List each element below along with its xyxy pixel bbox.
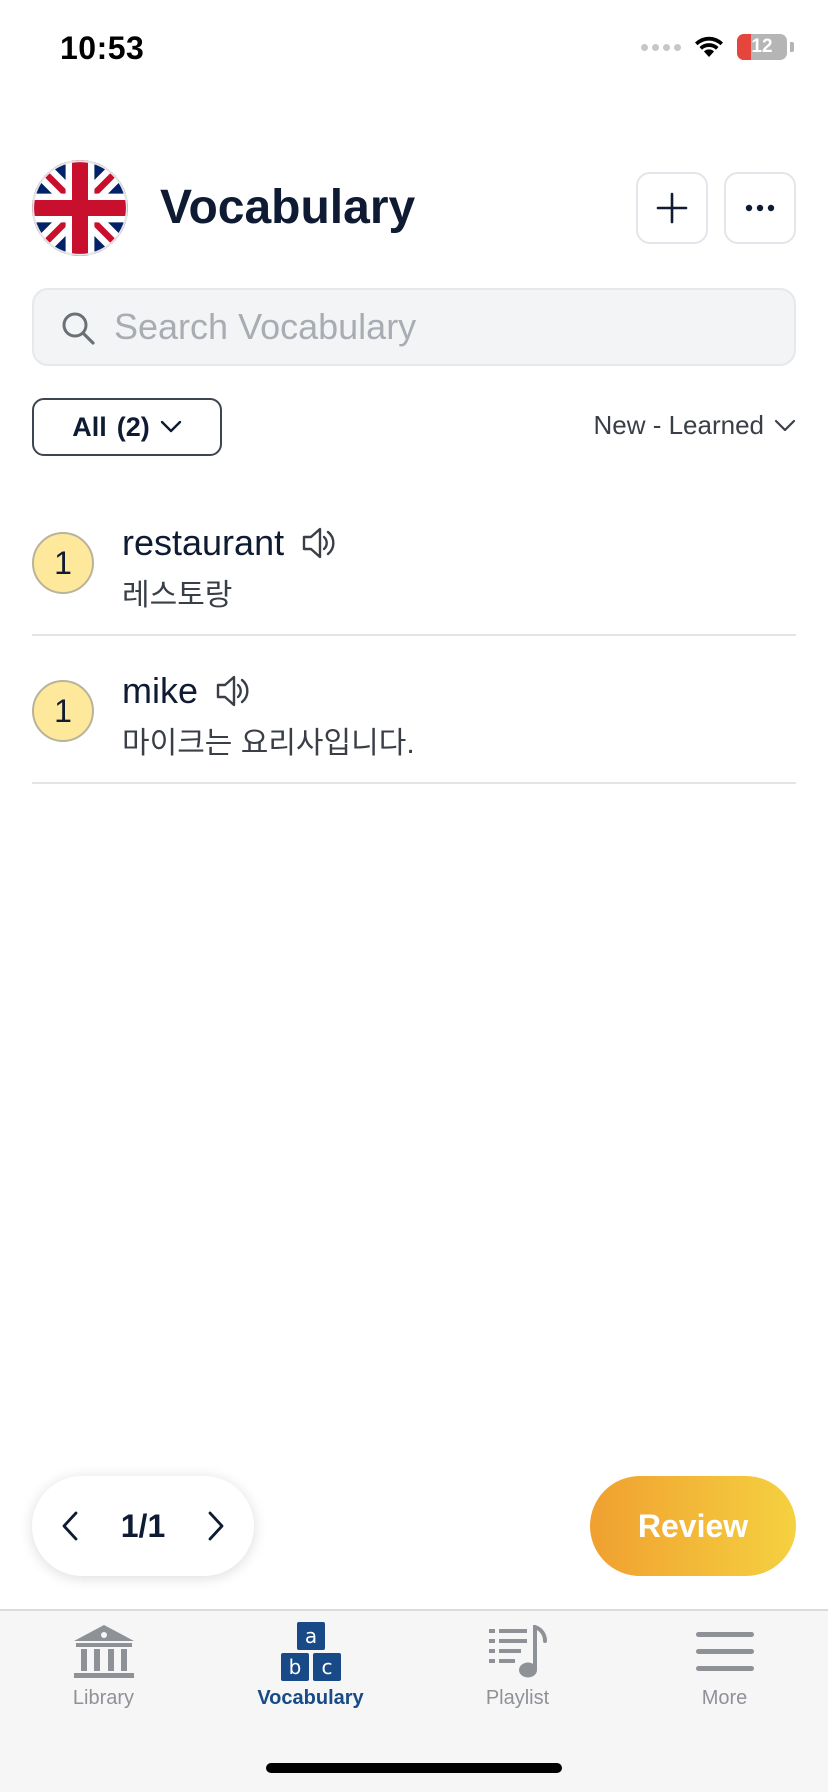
tab-label: Library: [72, 1687, 135, 1709]
search-input[interactable]: [114, 290, 774, 364]
abc-blocks-icon: a b c: [280, 1622, 341, 1681]
search-icon: [62, 312, 95, 345]
svg-text:c: c: [321, 1655, 332, 1679]
playlist-icon: [488, 1625, 547, 1678]
library-icon: [73, 1625, 134, 1678]
vocab-word: mike: [122, 670, 199, 711]
status-bar: 10:53 12: [0, 0, 828, 100]
filter-dropdown[interactable]: All (2): [32, 398, 222, 456]
pagination-control: 1/1: [32, 1476, 254, 1576]
page-title: Vocabulary: [160, 181, 416, 234]
search-bar[interactable]: [32, 288, 796, 366]
battery-icon: 12: [737, 34, 787, 60]
ellipsis-icon: [745, 204, 775, 212]
vocab-item[interactable]: 1 restaurant 레스토랑: [32, 488, 796, 636]
vocab-translation: 레스토랑: [122, 579, 233, 612]
more-options-button[interactable]: [724, 172, 796, 244]
status-time: 10:53: [60, 30, 145, 66]
tab-vocabulary[interactable]: a b c Vocabulary: [207, 1621, 414, 1721]
chevron-down-icon: [160, 420, 181, 433]
wifi-icon: [695, 36, 723, 57]
word-row: mike: [122, 670, 254, 712]
review-button[interactable]: Review: [590, 1476, 796, 1576]
header: Vocabulary: [32, 160, 796, 256]
level-badge[interactable]: 1: [32, 680, 94, 742]
vocabulary-list: 1 restaurant 레스토랑 1 mike 마이크는 요리사입니다.: [32, 488, 796, 784]
filter-count: (2): [116, 411, 150, 442]
filter-label: All: [72, 411, 107, 442]
vocab-translation: 마이크는 요리사입니다.: [122, 727, 415, 760]
sort-dropdown[interactable]: New - Learned: [593, 410, 796, 441]
cellular-signal-icon: [641, 43, 681, 51]
tab-label: Vocabulary: [257, 1687, 364, 1709]
uk-flag-icon[interactable]: [32, 160, 128, 256]
home-indicator: [266, 1763, 562, 1773]
menu-icon: [695, 1632, 754, 1671]
tab-more[interactable]: More: [621, 1621, 828, 1721]
tab-playlist[interactable]: Playlist: [414, 1621, 621, 1721]
chevron-down-icon: [774, 419, 796, 431]
battery-tip: [790, 42, 794, 52]
speaker-icon[interactable]: [214, 671, 254, 711]
word-row: restaurant: [122, 522, 340, 564]
add-vocabulary-button[interactable]: [636, 172, 708, 244]
vocab-word: restaurant: [122, 522, 285, 563]
battery-percent: 12: [751, 36, 773, 57]
chevron-right-icon[interactable]: [206, 1510, 226, 1542]
sort-label: New - Learned: [593, 410, 764, 440]
svg-text:a: a: [304, 1624, 316, 1648]
tab-label: More: [701, 1687, 748, 1709]
tab-label: Playlist: [485, 1687, 550, 1709]
page-indicator: 1/1: [120, 1507, 166, 1544]
chevron-left-icon[interactable]: [60, 1510, 80, 1542]
level-badge[interactable]: 1: [32, 532, 94, 594]
vocab-item[interactable]: 1 mike 마이크는 요리사입니다.: [32, 636, 796, 784]
speaker-icon[interactable]: [300, 523, 340, 563]
svg-text:b: b: [288, 1655, 301, 1679]
plus-icon: [656, 192, 688, 224]
status-icons: 12: [641, 34, 794, 60]
tab-library[interactable]: Library: [0, 1621, 207, 1721]
